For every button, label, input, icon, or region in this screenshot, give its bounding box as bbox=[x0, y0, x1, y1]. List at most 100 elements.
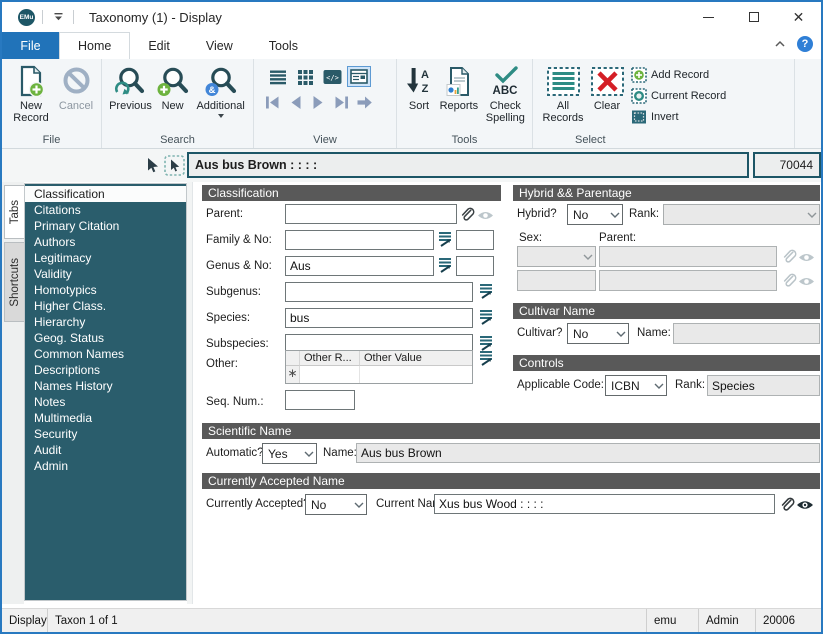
sort-icon: A Z bbox=[407, 68, 429, 95]
sidebar-item-common-names[interactable]: Common Names bbox=[25, 346, 186, 362]
sidebar-item-admin[interactable]: Admin bbox=[25, 458, 186, 474]
species-label: Species: bbox=[206, 312, 251, 324]
sidebar-item-homotypics[interactable]: Homotypics bbox=[25, 282, 186, 298]
record-summary-field[interactable]: Aus bus Brown : : : : bbox=[187, 152, 749, 178]
svg-text:</>: </> bbox=[326, 74, 339, 82]
reports-button[interactable]: Reports bbox=[437, 62, 481, 112]
pointer-icon[interactable] bbox=[145, 157, 159, 174]
applicable-code-combo[interactable]: ICBN bbox=[605, 375, 667, 396]
subgenus-input[interactable] bbox=[285, 282, 473, 302]
current-record-button[interactable]: Current Record bbox=[631, 88, 726, 104]
sidebar-item-names-history[interactable]: Names History bbox=[25, 378, 186, 394]
ribbon-group-search: Previous New & Additional Search bbox=[102, 59, 254, 148]
genus-number-input[interactable] bbox=[456, 256, 494, 276]
sidebar-item-hierarchy[interactable]: Hierarchy bbox=[25, 314, 186, 330]
sidebar-item-legitimacy[interactable]: Legitimacy bbox=[25, 250, 186, 266]
sidebar-item-descriptions[interactable]: Descriptions bbox=[25, 362, 186, 378]
quick-access-dropdown-button[interactable] bbox=[50, 9, 66, 25]
cultivar-combo[interactable]: No bbox=[567, 323, 629, 344]
sort-button[interactable]: A Z Sort bbox=[401, 62, 437, 112]
select-pointer-icon[interactable] bbox=[164, 155, 185, 176]
subgenus-lookup-icon[interactable] bbox=[478, 283, 494, 300]
family-lookup-icon[interactable] bbox=[437, 231, 453, 248]
goto-record-button[interactable] bbox=[354, 93, 375, 112]
sidebar-item-audit[interactable]: Audit bbox=[25, 442, 186, 458]
sex-combo bbox=[517, 246, 596, 267]
side-tab-tabs[interactable]: Tabs bbox=[4, 185, 24, 239]
seq-num-input[interactable] bbox=[285, 390, 355, 410]
sidebar-item-primary-citation[interactable]: Primary Citation bbox=[25, 218, 186, 234]
other-value-column-header[interactable]: Other Value bbox=[360, 351, 472, 366]
species-input[interactable] bbox=[285, 308, 473, 328]
view-code-button[interactable]: </> bbox=[320, 66, 344, 87]
all-records-icon bbox=[546, 67, 580, 96]
tab-view[interactable]: View bbox=[188, 32, 251, 59]
genus-lookup-icon[interactable] bbox=[437, 257, 453, 274]
view-form-button[interactable] bbox=[347, 66, 371, 87]
help-button[interactable]: ? bbox=[797, 36, 813, 52]
other-rank-column-header[interactable]: Other R... bbox=[300, 351, 360, 366]
divider bbox=[42, 10, 43, 24]
view-attachment-icon bbox=[799, 278, 814, 285]
record-number-field[interactable]: 70044 bbox=[753, 152, 821, 178]
tab-home[interactable]: Home bbox=[59, 32, 131, 59]
parent-input[interactable] bbox=[285, 204, 457, 224]
all-records-button[interactable]: All Records bbox=[539, 62, 587, 124]
sidebar-item-higher-class[interactable]: Higher Class. bbox=[25, 298, 186, 314]
previous-record-button[interactable] bbox=[285, 93, 306, 112]
minimize-button[interactable] bbox=[686, 3, 731, 32]
sidebar-item-security[interactable]: Security bbox=[25, 426, 186, 442]
tab-edit[interactable]: Edit bbox=[130, 32, 188, 59]
sidebar-item-notes[interactable]: Notes bbox=[25, 394, 186, 410]
sidebar-item-citations[interactable]: Citations bbox=[25, 202, 186, 218]
view-attachment-icon[interactable] bbox=[796, 499, 814, 511]
invert-selection-button[interactable]: Invert bbox=[631, 109, 726, 125]
tab-file[interactable]: File bbox=[2, 32, 59, 59]
sidebar-item-multimedia[interactable]: Multimedia bbox=[25, 410, 186, 426]
collapse-ribbon-button[interactable] bbox=[773, 38, 787, 50]
sidebar-item-authors[interactable]: Authors bbox=[25, 234, 186, 250]
other-value-cell[interactable] bbox=[360, 366, 472, 383]
automatic-combo[interactable]: Yes bbox=[262, 443, 317, 464]
other-lookup-icon[interactable] bbox=[478, 350, 494, 367]
tab-tools[interactable]: Tools bbox=[251, 32, 316, 59]
previous-search-button[interactable]: Previous bbox=[106, 62, 155, 112]
side-tab-shortcuts[interactable]: Shortcuts bbox=[4, 242, 24, 322]
attachment-icon[interactable] bbox=[458, 206, 475, 223]
view-grid-button[interactable] bbox=[293, 66, 317, 87]
clear-selection-button[interactable]: Clear bbox=[587, 62, 627, 112]
last-record-button[interactable] bbox=[331, 93, 352, 112]
new-record-button[interactable]: New Record bbox=[8, 62, 54, 124]
other-rank-table[interactable]: Other R... Other Value ∗ bbox=[285, 350, 473, 384]
view-list-button[interactable] bbox=[266, 66, 290, 87]
section-controls: Controls bbox=[513, 355, 820, 371]
current-name-input[interactable] bbox=[434, 494, 775, 514]
record-header-bar: Aus bus Brown : : : : 70044 bbox=[2, 149, 821, 182]
last-record-icon bbox=[335, 96, 348, 109]
new-search-button[interactable]: New bbox=[155, 62, 190, 112]
previous-search-icon bbox=[115, 67, 145, 95]
species-lookup-icon[interactable] bbox=[478, 309, 494, 326]
attachment-icon[interactable] bbox=[778, 496, 795, 513]
hybrid-combo[interactable]: No bbox=[567, 204, 623, 225]
other-rank-cell[interactable] bbox=[300, 366, 360, 383]
sidebar-item-validity[interactable]: Validity bbox=[25, 266, 186, 282]
sidebar-item-geog-status[interactable]: Geog. Status bbox=[25, 330, 186, 346]
sidebar-item-classification[interactable]: Classification bbox=[25, 186, 186, 202]
genus-input[interactable] bbox=[285, 256, 434, 276]
family-input[interactable] bbox=[285, 230, 434, 250]
family-number-input[interactable] bbox=[456, 230, 494, 250]
other-label: Other: bbox=[206, 358, 238, 370]
first-record-button[interactable] bbox=[262, 93, 283, 112]
ribbon-group-tools: A Z Sort Reports ABC Check Spelling Tool… bbox=[397, 59, 533, 148]
add-record-button[interactable]: Add Record bbox=[631, 67, 726, 83]
form-area: Classification Parent: Family & No: Genu… bbox=[193, 182, 821, 604]
maximize-button[interactable] bbox=[731, 3, 776, 32]
close-button[interactable]: ✕ bbox=[776, 3, 821, 32]
additional-search-button[interactable]: & Additional bbox=[190, 62, 251, 118]
cultivar-label: Cultivar? bbox=[517, 327, 563, 339]
next-record-button[interactable] bbox=[308, 93, 329, 112]
currently-accepted-combo[interactable]: No bbox=[305, 494, 367, 515]
check-spelling-button[interactable]: ABC Check Spelling bbox=[481, 62, 530, 124]
cancel-button[interactable]: Cancel bbox=[54, 62, 98, 112]
